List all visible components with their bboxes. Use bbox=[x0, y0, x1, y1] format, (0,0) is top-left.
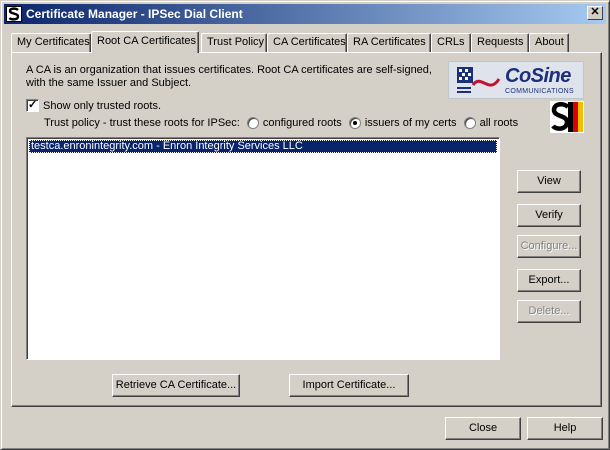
s-brand-icon bbox=[550, 101, 584, 133]
show-trusted-label: Show only trusted roots. bbox=[43, 99, 162, 112]
tab-my-certificates[interactable]: My Certificates bbox=[11, 33, 91, 52]
show-trusted-checkbox[interactable]: ✓ bbox=[26, 99, 39, 112]
panel-description: A CA is an organization that issues cert… bbox=[26, 64, 446, 90]
verify-button[interactable]: Verify bbox=[517, 204, 581, 227]
radio-configured-roots[interactable] bbox=[246, 117, 259, 130]
root-ca-panel: A CA is an organization that issues cert… bbox=[11, 52, 602, 407]
radio-issuers-of-my-certs-label: issuers of my certs bbox=[364, 117, 457, 130]
trust-policy-label: Trust policy - trust these roots for IPS… bbox=[44, 117, 240, 129]
help-button[interactable]: Help bbox=[527, 417, 603, 440]
show-trusted-row: ✓ Show only trusted roots. bbox=[26, 99, 161, 112]
close-button[interactable]: Close bbox=[445, 417, 521, 440]
radio-all-roots[interactable] bbox=[463, 117, 476, 130]
logo-wordmark: CoSine bbox=[505, 65, 571, 87]
list-item[interactable]: testca.enronintegrity.com - Enron Integr… bbox=[29, 140, 497, 153]
close-icon: ✕ bbox=[590, 6, 600, 18]
tab-crls[interactable]: CRLs bbox=[431, 33, 471, 52]
export-button[interactable]: Export... bbox=[517, 269, 581, 292]
tab-ra-certificates[interactable]: RA Certificates bbox=[347, 33, 431, 52]
window-close-button[interactable]: ✕ bbox=[587, 6, 603, 20]
tab-trust-policy[interactable]: Trust Policy bbox=[201, 33, 267, 52]
root-ca-list[interactable]: testca.enronintegrity.com - Enron Integr… bbox=[26, 137, 500, 360]
cosine-logo: CoSine COMMUNICATIONS bbox=[448, 61, 584, 99]
delete-button[interactable]: Delete... bbox=[517, 300, 581, 323]
radio-configured-roots-label: configured roots bbox=[262, 117, 342, 130]
trust-policy-row: Trust policy - trust these roots for IPS… bbox=[44, 117, 519, 130]
configure-button[interactable]: Configure... bbox=[517, 235, 581, 258]
tab-ca-certificates[interactable]: CA Certificates bbox=[267, 33, 347, 52]
radio-issuers-of-my-certs[interactable] bbox=[348, 117, 361, 130]
radio-all-roots-label: all roots bbox=[479, 117, 519, 130]
description-line-2: with the same Issuer and Subject. bbox=[26, 77, 192, 89]
retrieve-ca-certificate-button[interactable]: Retrieve CA Certificate... bbox=[112, 374, 240, 397]
certificate-manager-window: Certificate Manager - IPSec Dial Client … bbox=[0, 0, 610, 450]
title-bar[interactable]: Certificate Manager - IPSec Dial Client … bbox=[4, 4, 606, 24]
tab-root-ca-certificates[interactable]: Root CA Certificates bbox=[91, 31, 199, 53]
window-title: Certificate Manager - IPSec Dial Client bbox=[26, 7, 243, 21]
cosine-flag-icon bbox=[455, 65, 501, 97]
tab-about[interactable]: About bbox=[529, 33, 569, 52]
view-button[interactable]: View bbox=[517, 170, 581, 193]
description-line-1: A CA is an organization that issues cert… bbox=[26, 64, 432, 76]
logo-subtitle: COMMUNICATIONS bbox=[505, 88, 575, 95]
tab-requests[interactable]: Requests bbox=[471, 33, 529, 52]
app-s-icon bbox=[6, 6, 22, 22]
import-certificate-button[interactable]: Import Certificate... bbox=[289, 374, 409, 397]
